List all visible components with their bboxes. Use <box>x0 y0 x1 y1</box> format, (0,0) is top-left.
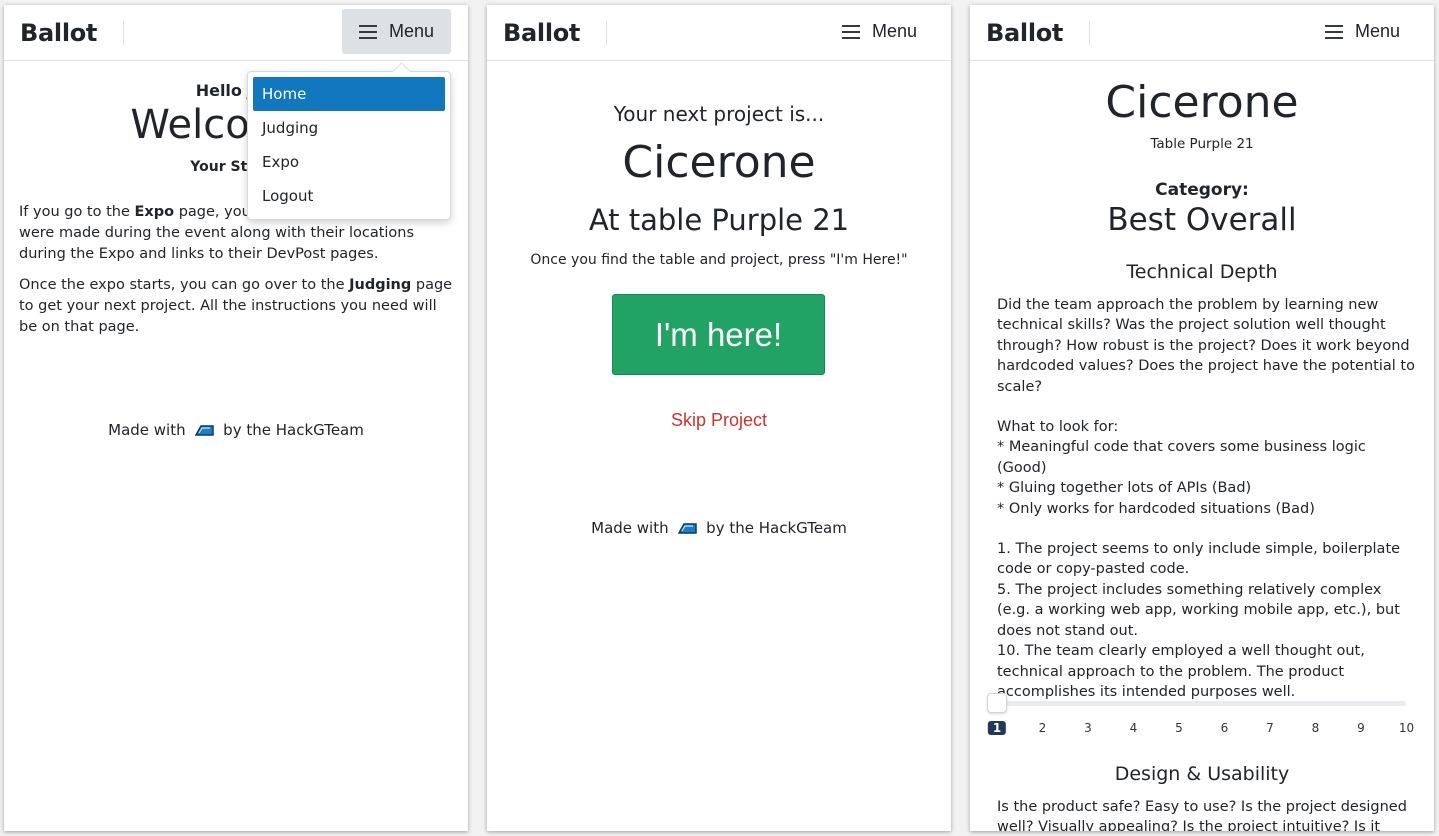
table-location: Table Purple 21 <box>1150 136 1254 152</box>
menu-item-home[interactable]: Home <box>253 77 445 111</box>
menu-button[interactable]: Menu <box>342 9 451 54</box>
find-hint: Once you find the table and project, pre… <box>530 252 908 268</box>
slider-tick-label: 10 <box>1398 721 1415 735</box>
slider-tick-label: 6 <box>1220 721 1229 735</box>
expo-bold: Expo <box>134 204 175 220</box>
slider-tick-label: 3 <box>1084 721 1092 735</box>
slider-tick-label: 1 <box>987 721 1007 735</box>
category-name: Best Overall <box>1107 202 1297 238</box>
slider-tick-label: 9 <box>1357 721 1365 735</box>
text: If you go to the <box>19 204 135 220</box>
brand-logo[interactable]: Ballot <box>986 19 1063 47</box>
ship-icon <box>678 523 698 534</box>
ship-icon <box>195 425 215 436</box>
judging-screen: Ballot Menu Your next project is... Cice… <box>487 5 951 831</box>
slider-tick-label: 2 <box>1038 721 1047 735</box>
footer-made-with: Made with by the HackGTeam <box>487 519 951 537</box>
judging-paragraph: Once the expo starts, you can go over to… <box>19 275 457 338</box>
text: were made during the event along with th… <box>19 225 415 262</box>
brand-divider <box>1089 21 1090 45</box>
made-with-text: Made with <box>591 519 669 537</box>
criterion-question: Did the team approach the problem by lea… <box>997 297 1415 395</box>
brand-logo[interactable]: Ballot <box>503 19 580 47</box>
menu-button[interactable]: Menu <box>825 9 934 54</box>
hamburger-icon <box>358 25 377 39</box>
slider-thumb[interactable] <box>987 693 1007 713</box>
navbar: Ballot Menu <box>487 5 951 61</box>
menu-button[interactable]: Menu <box>1308 9 1417 54</box>
home-screen: Ballot Menu Hello Jud Welcome t Your Sta… <box>4 5 468 831</box>
brand-divider <box>606 21 607 45</box>
project-name: Cicerone <box>1105 77 1299 128</box>
table-location: At table Purple 21 <box>588 203 850 237</box>
next-project-label: Your next project is... <box>613 102 825 126</box>
navbar: Ballot Menu <box>4 5 468 61</box>
scoring-screen: Ballot Menu Cicerone Table Purple 21 Cat… <box>970 5 1434 831</box>
judging-bold: Judging <box>349 277 412 293</box>
menu-label: Menu <box>871 21 918 41</box>
brand-logo[interactable]: Ballot <box>20 19 97 47</box>
slider-tick-label: 7 <box>1266 721 1274 735</box>
look-for-label: What to look for: <box>997 419 1119 436</box>
menu-item-judging[interactable]: Judging <box>253 111 445 145</box>
skip-project-link[interactable]: Skip Project <box>487 410 951 431</box>
level-description: 1. The project seems to only include sim… <box>997 541 1401 578</box>
bullet-item: * Gluing together lots of APIs (Bad) <box>997 480 1252 497</box>
slider-track[interactable] <box>997 701 1406 706</box>
bullet-item: * Meaningful code that covers some busin… <box>997 439 1366 476</box>
by-team-text: by the HackGTeam <box>706 519 847 537</box>
criterion-question: Is the product safe? Easy to use? Is the… <box>997 799 1407 831</box>
level-description: 5. The project includes something relati… <box>997 581 1400 639</box>
menu-item-expo[interactable]: Expo <box>253 145 445 179</box>
menu-label: Menu <box>388 21 435 41</box>
project-name: Cicerone <box>622 137 816 188</box>
footer-made-with: Made with by the HackGTeam <box>4 421 468 439</box>
criterion-title: Design & Usability <box>1114 763 1290 785</box>
navbar: Ballot Menu <box>970 5 1434 61</box>
criterion-description: Did the team approach the problem by lea… <box>997 295 1417 702</box>
menu-dropdown: Home Judging Expo Logout <box>247 71 451 220</box>
by-team-text: by the HackGTeam <box>223 421 364 439</box>
criterion-title: Technical Depth <box>1126 261 1278 283</box>
menu-label: Menu <box>1354 21 1401 41</box>
slider-tick-label: 4 <box>1129 721 1138 735</box>
im-here-button[interactable]: I'm here! <box>612 294 825 375</box>
slider-tick-label: 5 <box>1175 721 1183 735</box>
slider-tick-label: 8 <box>1311 721 1320 735</box>
bullet-item: * Only works for hardcoded situations (B… <box>997 500 1315 517</box>
hamburger-icon <box>1324 25 1343 39</box>
menu-item-logout[interactable]: Logout <box>253 179 445 213</box>
brand-divider <box>123 21 124 45</box>
text: Once the expo starts, you can go over to… <box>19 277 350 293</box>
score-slider[interactable]: 1 2 3 4 5 6 7 8 9 10 <box>987 693 1414 735</box>
home-instructions: If you go to the Expo page, you c were ma… <box>19 202 457 348</box>
made-with-text: Made with <box>108 421 186 439</box>
hamburger-icon <box>841 25 860 39</box>
category-label: Category: <box>1155 180 1249 200</box>
